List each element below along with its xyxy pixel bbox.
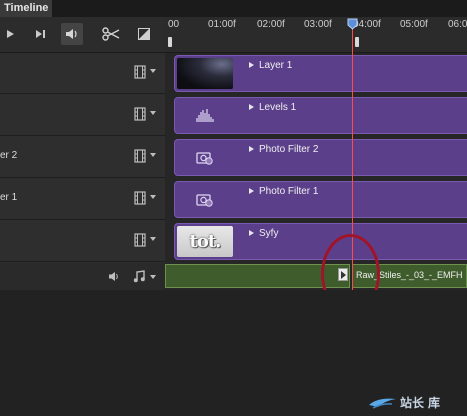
photo-filter-icon bbox=[196, 194, 213, 207]
track-header[interactable] bbox=[0, 53, 165, 94]
watermark-logo-icon bbox=[369, 398, 396, 409]
timeline-tab[interactable]: Timeline bbox=[0, 0, 52, 17]
mute-audio-button[interactable] bbox=[61, 23, 83, 45]
film-strip-icon[interactable] bbox=[134, 107, 146, 121]
chevron-down-icon[interactable] bbox=[150, 69, 156, 73]
track-header[interactable] bbox=[0, 221, 165, 262]
transition-icon bbox=[138, 28, 150, 40]
clip-label: Photo Filter 1 bbox=[259, 186, 319, 197]
music-note-icon[interactable] bbox=[133, 270, 145, 283]
step-forward-button[interactable] bbox=[32, 23, 50, 45]
track-header[interactable] bbox=[0, 95, 165, 136]
expand-caret-icon[interactable] bbox=[249, 188, 254, 194]
play-button[interactable] bbox=[2, 23, 18, 45]
chevron-down-icon[interactable] bbox=[150, 237, 156, 241]
ruler-tick: 00 bbox=[168, 19, 180, 30]
transition-button[interactable] bbox=[135, 23, 153, 45]
split-at-playhead-button[interactable] bbox=[100, 23, 122, 45]
speaker-icon bbox=[66, 29, 77, 39]
scissors-icon bbox=[102, 27, 120, 41]
play-icon bbox=[7, 30, 14, 38]
expand-caret-icon[interactable] bbox=[249, 146, 254, 152]
watermark-text-2: 库 bbox=[428, 395, 441, 410]
chevron-down-icon[interactable] bbox=[150, 153, 156, 157]
levels-adjustment-clip[interactable]: Levels 1 bbox=[174, 97, 467, 134]
thumbnail-text: tot. bbox=[189, 231, 222, 252]
track-header-panel: er 2 er 1 bbox=[0, 53, 165, 263]
photo-filter-2-clip[interactable]: Photo Filter 2 bbox=[174, 139, 467, 176]
layer-clip[interactable]: Layer 1 bbox=[174, 55, 467, 92]
ruler-tick: 02:00f bbox=[257, 19, 285, 30]
timeline-track-area[interactable]: Layer 1 Levels 1 Photo Filter 2 Photo Fi… bbox=[165, 53, 467, 290]
chevron-down-icon[interactable] bbox=[150, 195, 156, 199]
speaker-icon[interactable] bbox=[108, 271, 120, 282]
watermark: 站长 库 bbox=[368, 392, 440, 412]
track-name: er 2 bbox=[0, 150, 18, 161]
track-name: er 1 bbox=[0, 192, 18, 203]
photo-filter-1-clip[interactable]: Photo Filter 1 bbox=[174, 181, 467, 218]
levels-histogram-icon bbox=[196, 109, 214, 122]
syfy-clip[interactable]: tot. Syfy bbox=[174, 223, 467, 260]
clip-label: Photo Filter 2 bbox=[259, 144, 319, 155]
timeline-toolbar bbox=[0, 17, 165, 53]
film-strip-icon[interactable] bbox=[134, 65, 146, 79]
clip-label: Syfy bbox=[259, 228, 279, 239]
expand-caret-icon[interactable] bbox=[249, 104, 254, 110]
photo-filter-icon bbox=[196, 152, 213, 165]
clip-thumbnail bbox=[177, 58, 233, 89]
film-strip-icon[interactable] bbox=[134, 149, 146, 163]
chevron-down-icon[interactable] bbox=[150, 275, 156, 279]
ruler-tick: 03:00f bbox=[304, 19, 332, 30]
audio-track-header[interactable] bbox=[0, 263, 165, 291]
ruler-tick: 01:00f bbox=[208, 19, 236, 30]
track-header[interactable]: er 1 bbox=[0, 179, 165, 220]
clip-thumbnail: tot. bbox=[177, 226, 233, 257]
work-area-end-handle[interactable] bbox=[355, 37, 359, 47]
playhead-handle[interactable] bbox=[347, 18, 358, 30]
work-area-start-handle[interactable] bbox=[168, 37, 172, 47]
clip-label: Levels 1 bbox=[259, 102, 297, 113]
expand-caret-icon[interactable] bbox=[249, 62, 254, 68]
track-header[interactable]: er 2 bbox=[0, 137, 165, 178]
clip-label: Layer 1 bbox=[259, 60, 293, 71]
film-strip-icon[interactable] bbox=[134, 191, 146, 205]
film-strip-icon[interactable] bbox=[134, 233, 146, 247]
time-ruler[interactable]: 00 01:00f 02:00f 03:00f 04:00f 05:00f 06… bbox=[165, 17, 467, 53]
panel-tab-bar: Timeline bbox=[0, 0, 467, 17]
watermark-text: 站长 bbox=[400, 395, 425, 410]
ruler-tick: 06:00 bbox=[448, 19, 467, 30]
chevron-down-icon[interactable] bbox=[150, 111, 156, 115]
expand-caret-icon[interactable] bbox=[249, 230, 254, 236]
step-forward-icon bbox=[36, 30, 45, 38]
ruler-tick: 05:00f bbox=[400, 19, 428, 30]
